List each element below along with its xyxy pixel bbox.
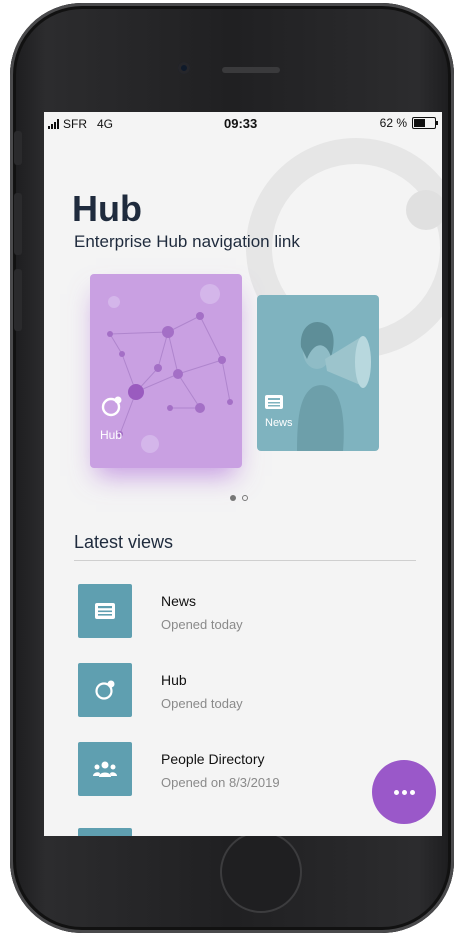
pagination-dot-2[interactable] [242,495,248,501]
item-tile [78,663,132,717]
battery-status: 62 % [379,116,438,130]
volume-up-button [14,193,22,255]
item-subtitle: Opened today [161,617,243,632]
list-item-news[interactable]: News Opened today [78,584,418,640]
page-subtitle: Enterprise Hub navigation link [74,232,300,251]
item-name: People Directory [161,751,265,767]
section-divider [74,560,416,561]
carousel-pagination[interactable] [230,495,248,501]
home-button[interactable] [220,831,302,913]
list-item-hub[interactable]: Hub Opened today [78,663,418,719]
newspaper-icon [95,603,115,619]
carrier-name: SFR [63,117,87,131]
list-item-partial[interactable] [78,828,418,836]
item-name: News [161,593,197,609]
background-dot-decoration [406,190,442,230]
network-type: 4G [97,117,114,131]
page-title: Hub [72,188,142,229]
hub-ring-icon [95,680,115,700]
status-bar: SFR 4G 09:33 62 % [44,112,442,136]
app-screen: SFR 4G 09:33 62 % Hub Enterprise Hub nav… [44,112,442,836]
mute-switch [14,131,22,165]
item-subtitle: Opened today [161,696,243,711]
item-name: Hub [161,672,187,688]
people-icon [93,761,117,777]
front-camera [178,62,190,74]
more-icon [393,789,415,795]
battery-icon [412,117,438,129]
list-item-people-directory[interactable]: People Directory Opened on 8/3/2019 [78,742,418,798]
status-time: 09:33 [224,116,258,131]
earpiece-speaker [222,67,280,73]
section-title-latest-views: Latest views [74,532,174,552]
carrier-info: SFR 4G [48,117,113,131]
more-actions-button[interactable] [372,760,436,824]
volume-down-button [14,269,22,331]
battery-percent: 62 % [379,116,407,130]
newspaper-icon [265,395,283,409]
item-tile [78,828,132,836]
item-subtitle: Opened on 8/3/2019 [161,775,280,790]
pagination-dot-1[interactable] [230,495,236,501]
card-label-hub: Hub [100,428,123,442]
hub-ring-icon [101,396,122,417]
signal-icon [48,119,59,129]
card-label-news: News [265,417,293,429]
carousel-card-news[interactable]: News [257,295,379,451]
item-tile [78,584,132,638]
carousel-card-hub[interactable]: Hub [90,274,242,468]
item-tile [78,742,132,796]
